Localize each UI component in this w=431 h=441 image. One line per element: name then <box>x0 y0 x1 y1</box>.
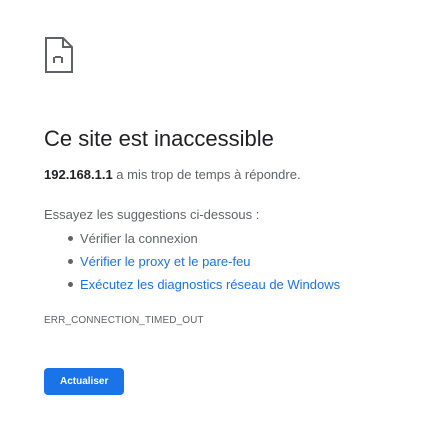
broken-page-icon <box>45 37 73 73</box>
run-diagnostics-link[interactable]: Exécutez les diagnostics réseau de Windo… <box>80 277 340 292</box>
bullet-icon <box>68 259 73 265</box>
host-name: 192.168.1.1 <box>44 167 113 183</box>
suggestions-list: Vérifier la connexion Vérifier le proxy … <box>44 231 424 292</box>
check-proxy-link[interactable]: Vérifier le proxy et le pare-feu <box>80 254 251 269</box>
reload-button[interactable]: Actualiser <box>44 368 125 396</box>
suggestion-run-diagnostics[interactable]: Exécutez les diagnostics réseau de Windo… <box>68 277 424 292</box>
suggestion-check-connection: Vérifier la connexion <box>68 231 424 246</box>
page-title: Ce site est inaccessible <box>44 126 274 151</box>
summary-message: a mis trop de temps à répondre. <box>112 167 301 183</box>
error-code: ERR_CONNECTION_TIMED_OUT <box>44 315 204 327</box>
suggestion-label: Vérifier la connexion <box>80 231 198 247</box>
suggestion-check-proxy[interactable]: Vérifier le proxy et le pare-feu <box>68 254 424 269</box>
error-summary: 192.168.1.1 a mis trop de temps à répond… <box>44 167 424 182</box>
error-page: Ce site est inaccessible 192.168.1.1 a m… <box>44 36 424 396</box>
suggestions-intro: Essayez les suggestions ci-dessous : <box>44 207 260 223</box>
bullet-icon <box>68 282 73 288</box>
bullet-icon <box>68 236 73 242</box>
